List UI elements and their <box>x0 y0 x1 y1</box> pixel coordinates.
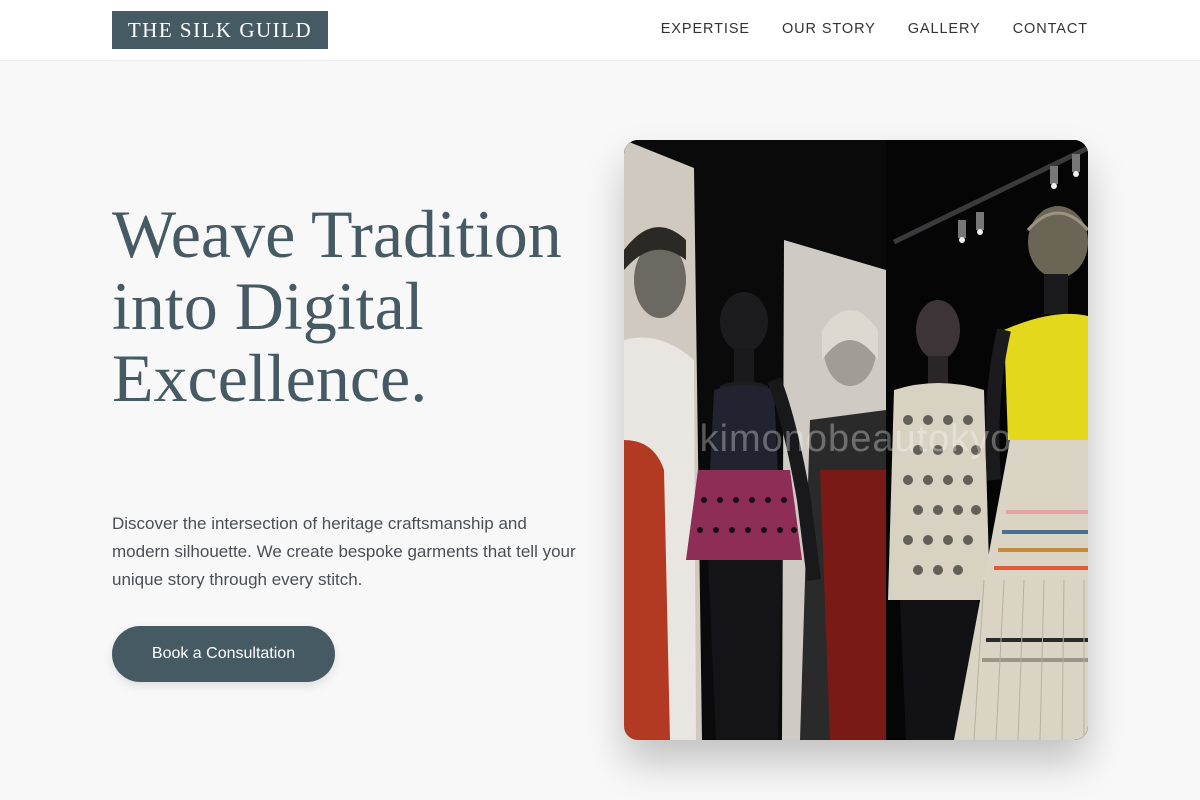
hero-image: kimonobeautokyo <box>624 140 1088 740</box>
nav-gallery[interactable]: GALLERY <box>908 21 981 37</box>
nav-contact[interactable]: CONTACT <box>1013 21 1088 37</box>
nav-expertise[interactable]: EXPERTISE <box>661 21 750 37</box>
fashion-exhibit-illustration <box>624 140 1088 740</box>
hero-title: Weave Tradition into Digital Excellence. <box>112 196 562 416</box>
brand-logo[interactable]: THE SILK GUILD <box>112 11 328 49</box>
nav-our-story[interactable]: OUR STORY <box>782 21 876 37</box>
main-nav: EXPERTISE OUR STORY GALLERY CONTACT <box>661 0 1088 58</box>
book-consultation-button[interactable]: Book a Consultation <box>112 626 335 682</box>
hero-description: Discover the intersection of heritage cr… <box>112 514 576 589</box>
site-header: THE SILK GUILD EXPERTISE OUR STORY GALLE… <box>0 0 1200 61</box>
